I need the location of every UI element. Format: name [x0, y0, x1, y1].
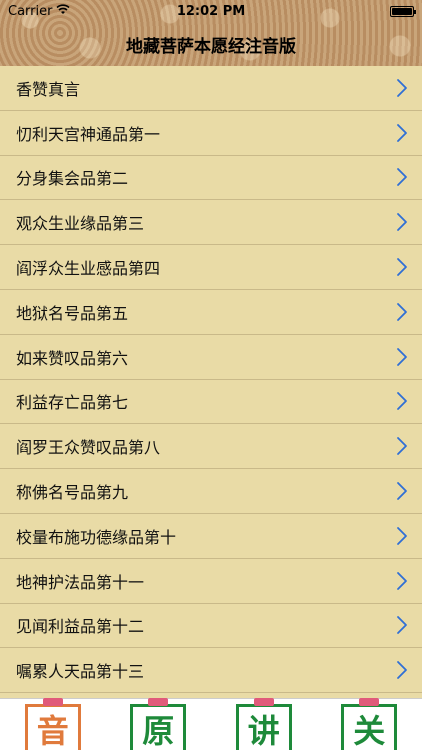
- list-item-label: 嘱累人天品第十三: [16, 662, 145, 682]
- chevron-right-icon: [396, 660, 408, 680]
- tab-4[interactable]: 关: [339, 698, 399, 750]
- chevron-right-icon: [396, 302, 408, 322]
- list-item-label: 阎罗王众赞叹品第八: [16, 438, 161, 458]
- chevron-right-icon: [396, 257, 408, 277]
- list-item-label: 利益存亡品第七: [16, 393, 129, 413]
- list-item[interactable]: 忉利天宫神通品第一: [0, 110, 422, 156]
- tab-tag: [253, 698, 274, 706]
- list-item-label: 称佛名号品第九: [16, 483, 129, 503]
- tab-tag: [359, 698, 380, 706]
- chevron-right-icon: [396, 391, 408, 411]
- page-title: 地藏菩萨本愿经注音版: [126, 36, 296, 57]
- list-item-label: 地神护法品第十一: [16, 572, 145, 592]
- yin-tab-icon: 音: [24, 704, 81, 750]
- list-item-label: 如来赞叹品第六: [16, 348, 129, 368]
- chevron-right-icon: [396, 212, 408, 232]
- list-item[interactable]: 阎罗王众赞叹品第八: [0, 424, 422, 470]
- tab-1[interactable]: 音: [23, 698, 83, 750]
- list-item-label: 见闻利益品第十二: [16, 617, 145, 637]
- status-bar: Carrier 12:02 PM: [0, 0, 422, 22]
- list-item[interactable]: 香赞真言: [0, 66, 422, 111]
- list-item[interactable]: 地神护法品第十一: [0, 558, 422, 604]
- list-item-label: 地狱名号品第五: [16, 303, 129, 323]
- list-item[interactable]: 校量布施功德缘品第十: [0, 513, 422, 559]
- status-left: Carrier: [8, 3, 71, 19]
- list-item[interactable]: 嘱累人天品第十三: [0, 648, 422, 694]
- wifi-icon: [56, 3, 71, 19]
- chevron-right-icon: [396, 526, 408, 546]
- tab-3[interactable]: 讲: [234, 698, 294, 750]
- header: Carrier 12:02 PM 地藏菩萨本愿经注音版: [0, 0, 422, 66]
- chevron-right-icon: [396, 436, 408, 456]
- tab-tag: [42, 698, 63, 706]
- list-item[interactable]: 称佛名号品第九: [0, 469, 422, 514]
- list-item-label: 香赞真言: [16, 79, 81, 99]
- list-item[interactable]: 观众生业缘品第三: [0, 200, 422, 246]
- guan-tab-icon: 关: [341, 704, 398, 750]
- tab-tag: [148, 698, 169, 706]
- battery-fill: [392, 7, 412, 15]
- battery-icon: [390, 5, 416, 17]
- chevron-right-icon: [396, 123, 408, 143]
- tab-2[interactable]: 原: [128, 698, 188, 750]
- list-item[interactable]: 如来赞叹品第六: [0, 334, 422, 380]
- list-item-label: 忉利天宫神通品第一: [16, 124, 161, 144]
- list-item[interactable]: 利益存亡品第七: [0, 379, 422, 425]
- list-item-label: 校量布施功德缘品第十: [16, 527, 177, 547]
- chevron-right-icon: [396, 571, 408, 591]
- chapter-list: 香赞真言忉利天宫神通品第一 分身集会品第二 观众生业缘品第三 阎浮众生业感品第四 地狱名…: [0, 66, 422, 698]
- chevron-right-icon: [396, 347, 408, 367]
- list-item[interactable]: 阎浮众生业感品第四: [0, 245, 422, 290]
- tab-bar: 音原讲关: [0, 698, 422, 750]
- chevron-right-icon: [396, 78, 408, 98]
- chevron-right-icon: [396, 615, 408, 635]
- list-item[interactable]: 分身集会品第二: [0, 155, 422, 201]
- list-item-label: 分身集会品第二: [16, 169, 129, 189]
- jiang-tab-icon: 讲: [235, 704, 292, 750]
- yuan-tab-icon: 原: [130, 704, 187, 750]
- list-item-label: 观众生业缘品第三: [16, 214, 145, 234]
- chevron-right-icon: [396, 167, 408, 187]
- list-item[interactable]: 地狱名号品第五: [0, 289, 422, 335]
- chevron-right-icon: [396, 481, 408, 501]
- list-item[interactable]: 见闻利益品第十二: [0, 603, 422, 649]
- list-item-label: 阎浮众生业感品第四: [16, 259, 161, 279]
- carrier-label: Carrier: [8, 3, 53, 19]
